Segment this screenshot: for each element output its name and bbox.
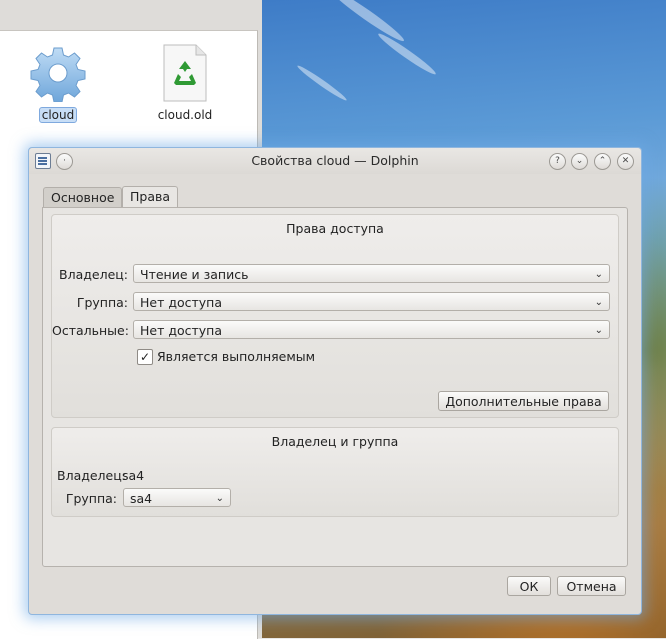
ok-button[interactable]: ОК bbox=[507, 576, 551, 596]
others-access-combo[interactable]: Нет доступа ⌄ bbox=[133, 320, 610, 339]
file-label[interactable]: cloud.old bbox=[155, 107, 216, 123]
owner-access-value: Чтение и запись bbox=[140, 267, 249, 282]
owner-access-combo[interactable]: Чтение и запись ⌄ bbox=[133, 264, 610, 283]
chevron-down-icon: ⌄ bbox=[594, 297, 603, 308]
ownership-title: Владелец и группа bbox=[271, 434, 399, 449]
tab-permissions[interactable]: Права bbox=[122, 186, 179, 208]
file-item-cloud-old[interactable]: cloud.old bbox=[140, 43, 230, 123]
owner-value: sa4 bbox=[122, 468, 145, 483]
advanced-permissions-button[interactable]: Дополнительные права bbox=[438, 391, 609, 411]
group-label: Группа: bbox=[65, 491, 117, 506]
tab-general-label: Основное bbox=[51, 190, 115, 205]
gear-icon bbox=[28, 43, 88, 103]
file-label[interactable]: cloud bbox=[38, 107, 78, 123]
permissions-panel: Права доступа Владелец: Чтение и запись … bbox=[42, 207, 628, 567]
ownership-group: Владелец и группа Владелец: sa4 Группа: … bbox=[51, 427, 619, 517]
help-button[interactable]: ? bbox=[549, 153, 566, 170]
owner-label: Владелец: bbox=[57, 468, 126, 483]
recycle-icon bbox=[155, 43, 215, 103]
access-rights-group: Права доступа Владелец: Чтение и запись … bbox=[51, 214, 619, 418]
tab-general[interactable]: Основное bbox=[43, 187, 123, 208]
properties-dialog: · Свойства cloud — Dolphin ? ⌄ ⌃ ✕ Основ… bbox=[28, 147, 642, 615]
owner-access-label: Владелец: bbox=[59, 267, 128, 282]
close-button[interactable]: ✕ bbox=[617, 153, 634, 170]
group-value: sa4 bbox=[130, 491, 153, 506]
others-access-label: Остальные: bbox=[52, 323, 129, 338]
group-access-label: Группа: bbox=[76, 295, 128, 310]
file-item-cloud[interactable]: cloud bbox=[13, 43, 103, 123]
titlebar[interactable]: · Свойства cloud — Dolphin ? ⌄ ⌃ ✕ bbox=[29, 148, 641, 174]
cancel-button[interactable]: Отмена bbox=[557, 576, 626, 596]
minimize-button[interactable]: ⌄ bbox=[571, 153, 588, 170]
group-access-combo[interactable]: Нет доступа ⌄ bbox=[133, 292, 610, 311]
chevron-down-icon: ⌄ bbox=[215, 493, 224, 504]
group-combo[interactable]: sa4 ⌄ bbox=[123, 488, 231, 507]
group-access-value: Нет доступа bbox=[140, 295, 223, 310]
others-access-value: Нет доступа bbox=[140, 323, 223, 338]
chevron-down-icon: ⌄ bbox=[594, 269, 603, 280]
maximize-button[interactable]: ⌃ bbox=[594, 153, 611, 170]
executable-checkbox[interactable]: ✓ bbox=[137, 349, 153, 365]
executable-label[interactable]: Является выполняемым bbox=[157, 349, 315, 364]
access-rights-title: Права доступа bbox=[286, 221, 384, 236]
chevron-down-icon: ⌄ bbox=[594, 325, 603, 336]
tab-permissions-label: Права bbox=[130, 189, 171, 204]
